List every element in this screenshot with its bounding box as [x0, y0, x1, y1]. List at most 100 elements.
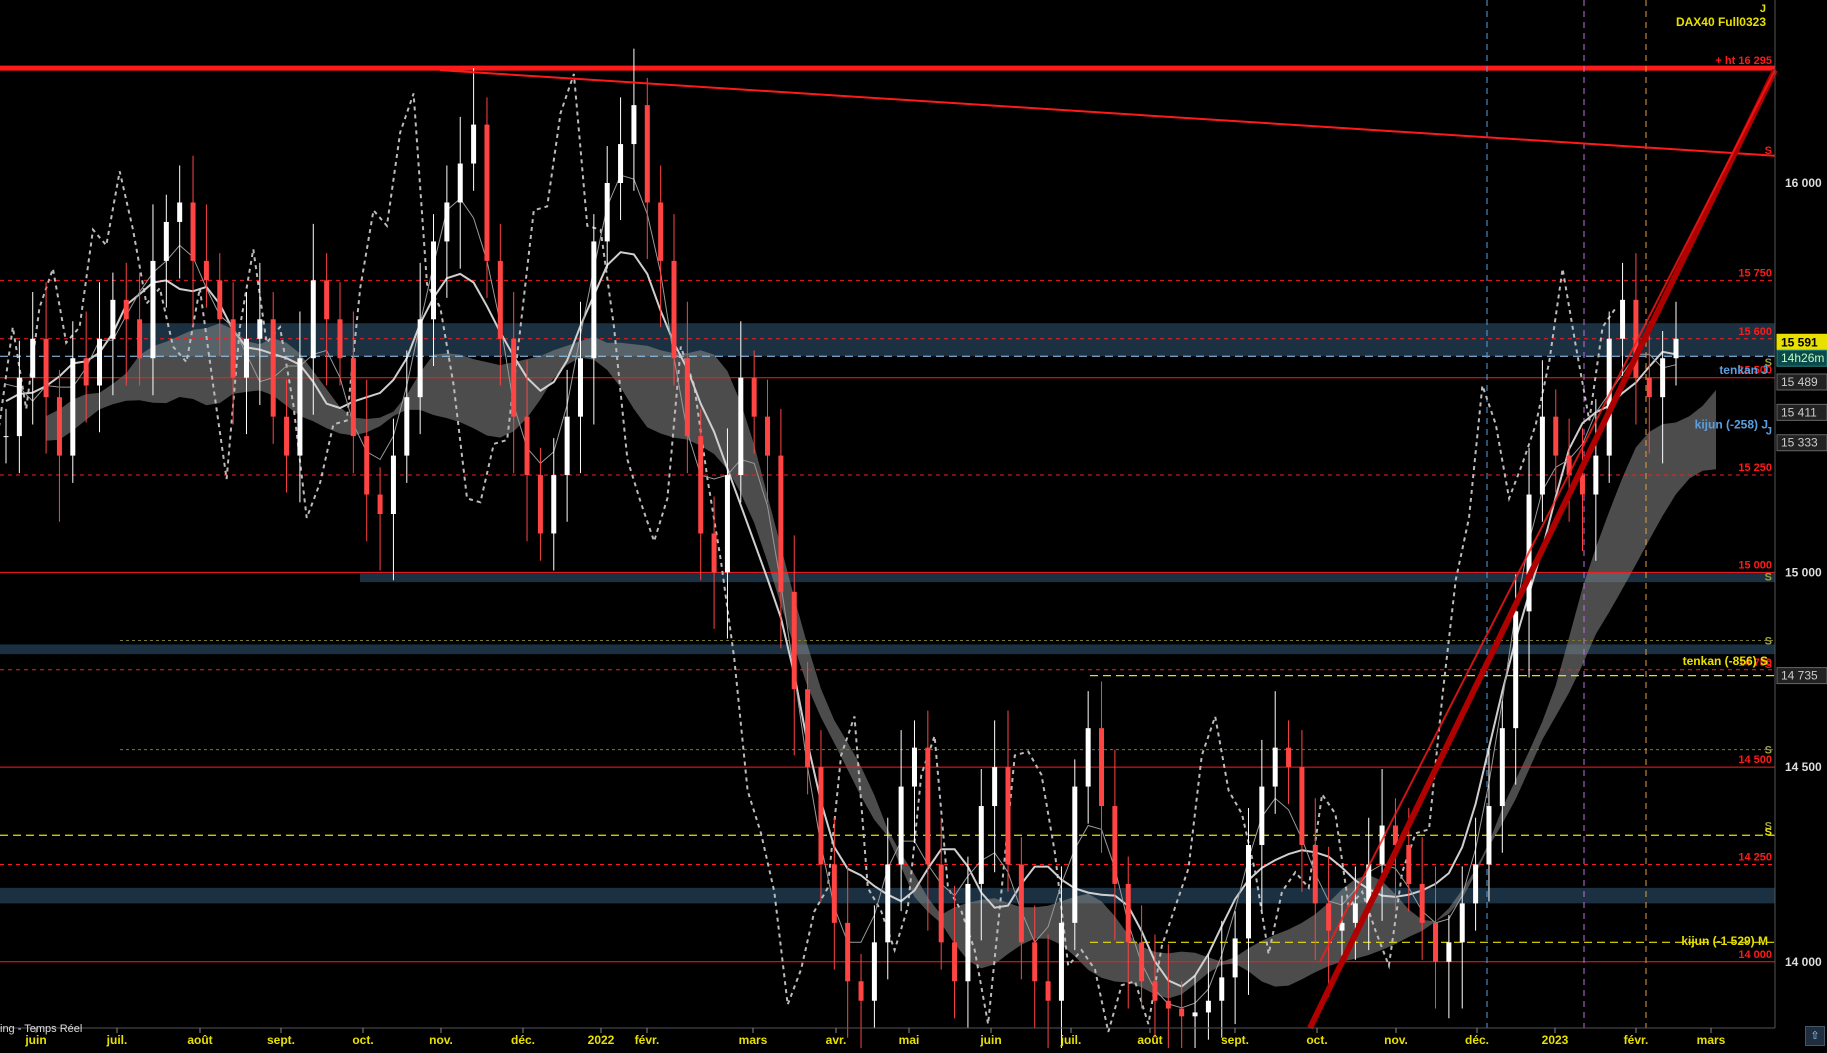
level-label: + ht 16 295	[1715, 55, 1772, 67]
x-tick-label: nov.	[1384, 1033, 1408, 1047]
level-label: 14 250	[1738, 851, 1772, 863]
candle-body	[911, 747, 917, 787]
candle-body	[1513, 611, 1519, 729]
candle-body	[337, 319, 343, 359]
candle-body	[177, 202, 183, 222]
x-tick-label: juil.	[106, 1033, 128, 1047]
candle-body	[123, 299, 129, 320]
candle-body	[1446, 942, 1452, 962]
candle-body	[284, 416, 290, 456]
candle-body	[724, 475, 730, 573]
candle-body	[858, 981, 864, 1001]
candle-body	[1459, 903, 1465, 943]
y-tick-label: 14 000	[1785, 955, 1822, 969]
candle-body	[471, 124, 477, 164]
support-mark: S	[1765, 745, 1772, 757]
price-tag-label: 15 591	[1781, 335, 1818, 349]
x-tick-label: déc.	[511, 1033, 535, 1047]
candle-body	[805, 689, 811, 768]
candle-body	[417, 319, 423, 398]
x-tick-label: oct.	[1306, 1033, 1327, 1047]
candle-body	[1005, 767, 1011, 865]
zone-band	[140, 323, 1775, 357]
y-tick-label: 15 000	[1785, 565, 1822, 579]
price-tag-label: 15 333	[1781, 436, 1818, 450]
price-tag-label: 15 411	[1781, 405, 1817, 419]
candle-body	[297, 358, 303, 456]
dax40-daily-chart[interactable]: + ht 16 295 15 750 15 600 15 500 15 250 15 00…	[0, 0, 1827, 1053]
candle-body	[765, 416, 771, 456]
candle-body	[390, 455, 396, 514]
candle-body	[190, 202, 196, 261]
candle-body	[203, 260, 209, 281]
price-tag-label: 14h26m	[1781, 351, 1824, 365]
price-tag: 14 735	[1776, 667, 1827, 685]
x-tick-label: juin	[24, 1033, 46, 1047]
candle-body	[952, 942, 958, 982]
candle-body	[243, 338, 249, 378]
x-tick-label: oct.	[352, 1033, 373, 1047]
candle-body	[1032, 942, 1038, 982]
chart-canvas[interactable]: + ht 16 29515 75015 60015 50015 25015 00…	[0, 0, 1827, 1053]
candle-body	[871, 942, 877, 1001]
candle-body	[751, 377, 757, 417]
candle-body	[137, 319, 143, 359]
candle-body	[591, 241, 597, 359]
candle-body	[992, 767, 998, 807]
level-label: 15 250	[1738, 462, 1772, 474]
zone-band	[360, 572, 1775, 583]
candle-body	[1045, 981, 1051, 1001]
candle-body	[310, 280, 316, 359]
x-tick-label: nov.	[429, 1033, 453, 1047]
candle-body	[1085, 728, 1091, 787]
x-tick-label: févr.	[1624, 1033, 1649, 1047]
candle-body	[110, 299, 116, 339]
x-tick-label: août	[1137, 1033, 1162, 1047]
candle-body	[1165, 1000, 1171, 1009]
candle-body	[1620, 299, 1626, 339]
candle-body	[1259, 786, 1265, 845]
candle-body	[457, 163, 463, 203]
candle-body	[97, 338, 103, 386]
price-tag: 15 333	[1776, 434, 1827, 452]
candle-body	[1299, 767, 1305, 845]
candle-body	[83, 358, 89, 386]
price-tag: 15 591	[1776, 333, 1827, 351]
scroll-to-end-button[interactable]: ⇧	[1805, 1026, 1825, 1046]
x-tick-label: déc.	[1465, 1033, 1489, 1047]
candle-body	[1232, 938, 1238, 978]
candle-body	[511, 338, 517, 417]
candle-body	[1433, 922, 1439, 962]
candle-body	[885, 864, 891, 943]
candle-body	[1125, 883, 1131, 943]
x-tick-label: 2023	[1542, 1033, 1569, 1047]
x-tick-label: juil.	[1060, 1033, 1082, 1047]
candle-body	[1312, 844, 1318, 904]
candle-body	[551, 475, 557, 534]
candle-body	[377, 494, 383, 514]
timeframe-label: J	[1760, 3, 1766, 15]
candle-body	[738, 377, 744, 476]
candle-body	[364, 436, 370, 495]
candle-body	[1352, 903, 1358, 923]
indicator-annotation: tenkan (-856) S	[1683, 654, 1768, 668]
candle-body	[431, 241, 437, 320]
candle-body	[1072, 786, 1078, 923]
candle-body	[1579, 475, 1585, 495]
candle-body	[524, 416, 530, 476]
x-tick-label: 2022	[588, 1033, 615, 1047]
candle-body	[1406, 844, 1412, 884]
candle-body	[537, 475, 543, 534]
candle	[1072, 759, 1078, 951]
candle-body	[1192, 1012, 1198, 1017]
candle-body	[324, 280, 330, 320]
candle-body	[1553, 416, 1559, 456]
candle-body	[818, 767, 824, 865]
support-mark: S	[1765, 826, 1772, 838]
candle-body	[270, 319, 276, 417]
candle-body	[1272, 747, 1278, 787]
x-tick-label: mars	[1697, 1033, 1726, 1047]
candle-body	[778, 455, 784, 592]
price-tag-label: 14 735	[1781, 669, 1818, 683]
candle-body	[684, 358, 690, 437]
